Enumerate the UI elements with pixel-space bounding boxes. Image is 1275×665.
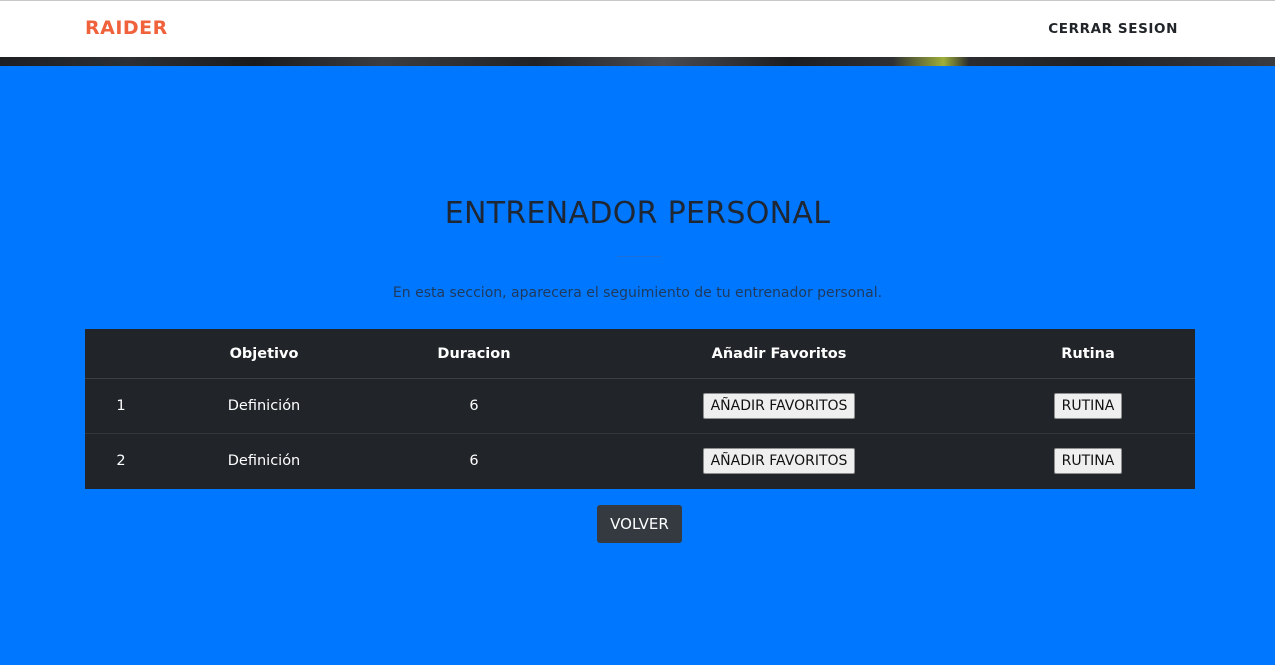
back-button[interactable]: VOLVER — [597, 505, 682, 543]
header-index — [85, 329, 157, 379]
brand-logo[interactable]: RAIDER — [85, 17, 168, 39]
row-favoritos-cell: AÑADIR FAVORITOS — [577, 434, 981, 489]
section-subtitle: En esta seccion, aparecera el seguimient… — [392, 285, 883, 301]
row-duracion: 6 — [371, 378, 577, 434]
hero-image-strip — [0, 57, 1275, 66]
trainer-table: Objetivo Duracion Añadir Favoritos Rutin… — [85, 329, 1195, 488]
table-row: 1 Definición 6 AÑADIR FAVORITOS RUTINA — [85, 378, 1195, 434]
header-duracion: Duracion — [371, 329, 577, 379]
row-index: 1 — [85, 378, 157, 434]
row-favoritos-cell: AÑADIR FAVORITOS — [577, 378, 981, 434]
table-row: 2 Definición 6 AÑADIR FAVORITOS RUTINA — [85, 434, 1195, 489]
add-favorites-button[interactable]: AÑADIR FAVORITOS — [702, 448, 856, 474]
page-title: ENTRENADOR PERSONAL — [444, 196, 831, 231]
add-favorites-button[interactable]: AÑADIR FAVORITOS — [702, 393, 856, 419]
table-header-row: Objetivo Duracion Añadir Favoritos Rutin… — [85, 329, 1195, 379]
trainer-table-container: Objetivo Duracion Añadir Favoritos Rutin… — [85, 329, 1195, 489]
logout-link[interactable]: CERRAR SESION — [1048, 21, 1178, 37]
header-objetivo: Objetivo — [157, 329, 371, 379]
navbar: RAIDER CERRAR SESION — [0, 0, 1275, 57]
row-duracion: 6 — [469, 453, 479, 469]
title-divider — [617, 256, 661, 257]
row-index: 2 — [116, 453, 126, 469]
header-favoritos: Añadir Favoritos — [577, 329, 981, 379]
routine-button[interactable]: RUTINA — [1053, 393, 1123, 419]
row-objetivo: Definición — [157, 378, 371, 434]
row-rutina-cell: RUTINA — [981, 434, 1195, 489]
row-rutina-cell: RUTINA — [981, 378, 1195, 434]
routine-button[interactable]: RUTINA — [1053, 448, 1123, 474]
row-objetivo: Definición — [227, 453, 301, 469]
header-rutina: Rutina — [981, 329, 1195, 379]
